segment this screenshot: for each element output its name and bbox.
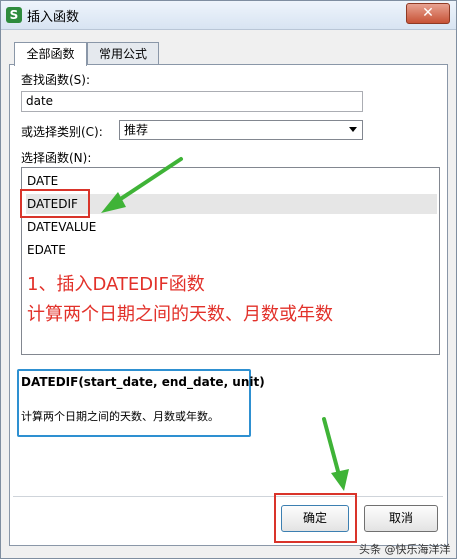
arrow-to-datedif (101, 157, 183, 213)
function-signature: DATEDIF(start_date, end_date, unit) (21, 375, 265, 389)
insert-function-dialog: S 插入函数 ✕ 全部函数 常用公式 查找函数(S): date 或选择类别(C… (0, 0, 457, 559)
annotation-step-subtitle: 计算两个日期之间的天数、月数或年数 (27, 304, 333, 325)
divider (13, 496, 443, 497)
watermark: 头条 @快乐海洋洋 (359, 543, 451, 556)
ok-button[interactable]: 确定 (281, 505, 349, 532)
function-description: 计算两个日期之间的天数、月数或年数。 (21, 410, 219, 423)
tab-all-functions[interactable]: 全部函数 (14, 42, 87, 66)
cancel-button[interactable]: 取消 (364, 505, 438, 532)
annotation-step-title: 1、插入DATEDIF函数 (27, 274, 205, 295)
arrow-to-ok-button (322, 417, 349, 491)
